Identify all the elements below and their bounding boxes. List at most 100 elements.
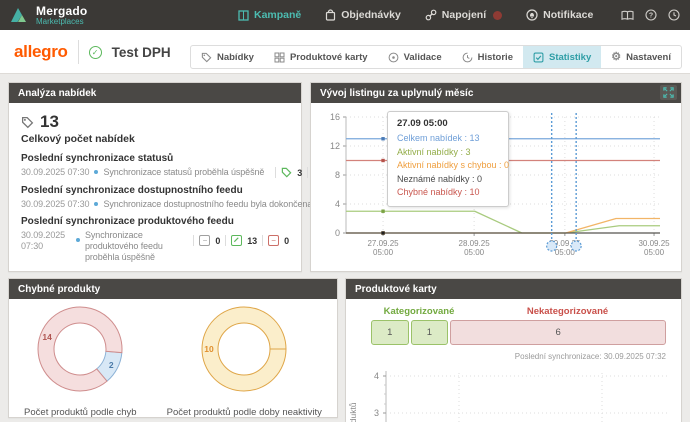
sync-status-heading: Poslední synchronizace statusů: [21, 153, 289, 164]
errors-by-inactivity-figure: 10 Počet produktů podle doby neaktivity: [167, 304, 322, 418]
badge-value: 0: [284, 236, 289, 246]
link-icon: [425, 9, 437, 21]
bullet-icon: [76, 238, 80, 242]
series-Aktivní nabídky s chybou: [346, 219, 660, 234]
target-icon: [388, 52, 399, 63]
tab-historie[interactable]: Historie: [452, 46, 523, 68]
tab-nastaveni[interactable]: ⚙ Nastavení: [601, 46, 681, 68]
divider: [193, 235, 194, 246]
donut-caption: Počet produktů podle chyb: [24, 407, 137, 418]
product-cards-history-chart: Počet produktů 4 3: [346, 363, 681, 422]
tab-statistiky[interactable]: Statistiky: [523, 46, 601, 68]
badge-value: 0: [215, 236, 220, 246]
project-name: Test DPH: [112, 45, 171, 60]
sync-message: Synchronizace statusů proběhla úspěšně: [103, 167, 264, 177]
tab-validace[interactable]: Validace: [378, 46, 452, 68]
nav-label: Notifikace: [543, 9, 593, 21]
last-sync-text: Poslední synchronizace: 30.09.2025 07:32: [515, 352, 666, 361]
chart-ylabel: Počet produktů: [348, 402, 358, 422]
svg-text:27.09.25: 27.09.25: [367, 239, 399, 248]
svg-text:8: 8: [335, 170, 340, 180]
tooltip-row: Neznámé nabídky : 0: [397, 173, 499, 187]
svg-text:4: 4: [335, 199, 340, 209]
sync-date: 30.09.2025 07:30: [21, 199, 89, 209]
mergado-logo-icon: [10, 6, 30, 24]
errors-by-type-figure: 214 Počet produktů podle chyb: [24, 304, 137, 418]
total-offers-count: 13: [40, 112, 59, 132]
clock-icon[interactable]: [668, 9, 680, 21]
donut-caption: Počet produktů podle doby neaktivity: [167, 407, 322, 418]
tab-label: Produktové karty: [290, 52, 368, 63]
total-offers-label: Celkový počet nabídek: [21, 133, 289, 145]
screen: Mergado Marketplaces Kampaně Objednávky: [0, 0, 690, 422]
tab-produktove-karty[interactable]: Produktové karty: [264, 46, 378, 68]
svg-text:05:00: 05:00: [644, 248, 665, 257]
panel-produktove-karty: Produktové karty Kategorizované Nekatego…: [345, 278, 682, 422]
svg-text:16: 16: [330, 112, 340, 122]
svg-text:30.09.25: 30.09.25: [638, 239, 670, 248]
errors-by-inactivity-donut: 10: [196, 304, 292, 396]
series-marker: [381, 159, 384, 162]
allegro-logo: allegro: [14, 42, 68, 62]
box-edit-icon: [231, 235, 242, 246]
divider: [262, 235, 263, 246]
divider: [225, 235, 226, 246]
divider: [307, 167, 308, 178]
nav-item-notifikace[interactable]: Notifikace: [526, 9, 593, 21]
sync-date: 30.09.2025 07:30: [21, 167, 89, 177]
tooltip-row: Aktivní nabídky s chybou : 0: [397, 159, 499, 173]
brand-sub: Marketplaces: [36, 17, 87, 26]
ytick: 3: [374, 408, 379, 418]
badge-value: 13: [247, 236, 257, 246]
sync-message: Synchronizace produktového feedu proběhl…: [85, 230, 188, 263]
tab-label: Nastavení: [626, 52, 671, 63]
nav-item-objednavky[interactable]: Objednávky: [325, 9, 401, 21]
series-Aktivní nabídky: [346, 211, 660, 233]
tag-icon: [21, 116, 34, 129]
expand-icon[interactable]: [660, 85, 677, 100]
sync-status-row: 30.09.2025 07:30 Synchronizace statusů p…: [21, 167, 289, 178]
svg-text:12: 12: [330, 141, 340, 151]
uncategorized-label: Nekategorizované: [469, 306, 666, 317]
bullet-icon: [94, 202, 98, 206]
sync-product-feed-heading: Poslední synchronizace produktového feed…: [21, 216, 289, 227]
tooltip-row: Chybné nabídky : 10: [397, 186, 499, 200]
sync-message: Synchronizace dostupnostního feedu byla …: [103, 199, 312, 209]
history-icon: [462, 52, 473, 63]
tag-icon: [201, 52, 212, 63]
nav-item-napojeni[interactable]: Napojení: [425, 9, 502, 21]
series-marker: [381, 231, 384, 234]
nav-item-kampane[interactable]: Kampaně: [238, 9, 301, 21]
check-circle-icon: ✓: [89, 46, 102, 59]
svg-text:05:00: 05:00: [464, 248, 485, 257]
napojeni-alert-badge: [493, 11, 502, 20]
panel-chybne-produkty: Chybné produkty 214 Počet produktů podle…: [8, 278, 338, 418]
tooltip-row: Aktivní nabídky : 3: [397, 146, 499, 160]
tag-icon: [281, 167, 292, 178]
donut-segment-value: 2: [109, 360, 114, 370]
donut-segment-value: 10: [205, 344, 215, 354]
topbar-utility-icons: ?: [621, 0, 680, 30]
bullet-icon: [94, 170, 98, 174]
categorized-segment: 1: [411, 320, 449, 345]
brand-name: Mergado: [36, 5, 87, 17]
nav-label: Objednávky: [341, 9, 401, 21]
tooltip-row: Celkem nabídek : 13: [397, 132, 499, 146]
gear-icon: ⚙: [611, 52, 621, 63]
tab-nabidky[interactable]: Nabídky: [191, 46, 264, 68]
chart-selection-handle[interactable]: [571, 241, 581, 251]
help-icon[interactable]: ?: [645, 9, 657, 21]
book-icon[interactable]: [621, 10, 634, 21]
chart-selection-handle[interactable]: [547, 241, 557, 251]
nav-label: Napojení: [442, 9, 486, 21]
listing-chart-area: 048121627.09.2505:0028.09.2505:0029.09.2…: [311, 103, 681, 271]
nav-label: Kampaně: [254, 9, 301, 21]
svg-text:0: 0: [335, 228, 340, 238]
box-minus-icon: −: [199, 235, 210, 246]
project-header: allegro ✓ Test DPH Nabídky Produ: [0, 30, 690, 74]
panel-vyvoj-listingu: Vývoj listingu za uplynulý měsíc 0481216…: [310, 82, 682, 272]
sync-date: 30.09.2025 07:30: [21, 230, 71, 252]
tab-label: Validace: [404, 52, 442, 63]
box-minus-icon: −: [268, 235, 279, 246]
mergado-logo[interactable]: Mergado Marketplaces: [0, 5, 87, 26]
